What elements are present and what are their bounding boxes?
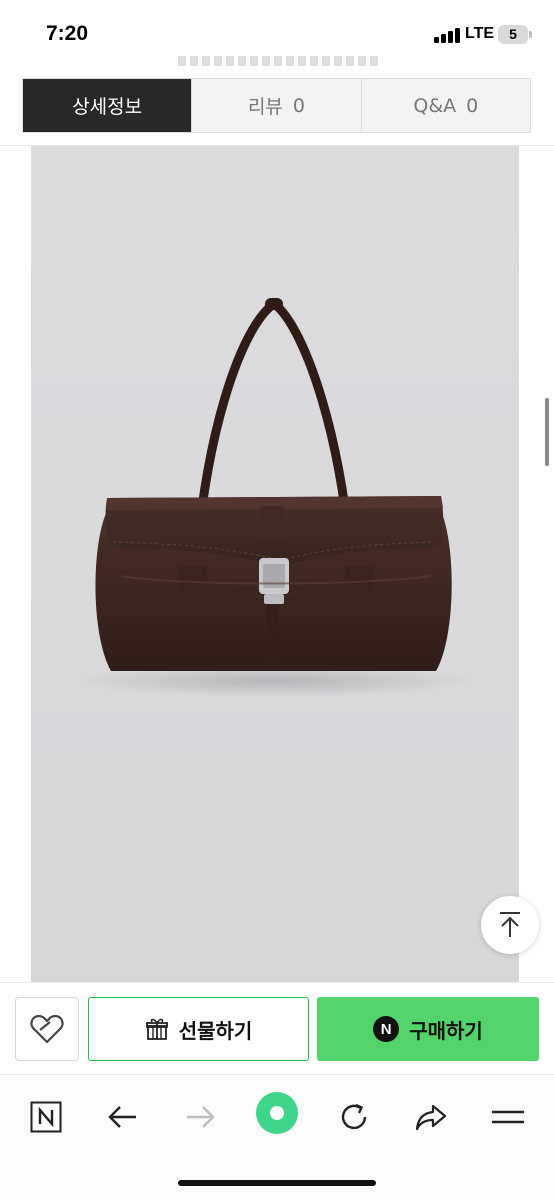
scroll-to-top-button[interactable] (481, 896, 539, 954)
green-dot-icon (256, 1092, 298, 1134)
menu-icon (492, 1110, 524, 1124)
menu-button[interactable] (488, 1097, 528, 1137)
share-icon (415, 1104, 447, 1131)
network-type: LTE (465, 25, 495, 42)
gift-button-label: 선물하기 (178, 1018, 253, 1043)
battery-icon: 5 (498, 25, 528, 44)
green-dot-button[interactable] (255, 1091, 299, 1135)
bag-illustration (74, 298, 474, 697)
cellular-signal-icon (434, 27, 460, 43)
page-scrollbar[interactable] (545, 398, 549, 466)
arrow-up-to-line-icon (500, 912, 520, 937)
reload-button[interactable] (334, 1097, 374, 1137)
forward-button[interactable] (180, 1097, 220, 1137)
tab-detail-label: 상세정보 (72, 96, 143, 118)
tab-qna[interactable]: Q&A 0 (360, 79, 530, 132)
naver-home-icon (30, 1101, 62, 1133)
tab-qna-count: 0 (466, 94, 479, 117)
tab-qna-label: Q&A (413, 94, 457, 117)
gift-icon (145, 1018, 168, 1040)
buy-button-label: 구매하기 (409, 1018, 483, 1043)
wishlist-button[interactable] (15, 997, 79, 1061)
detail-tabs: 상세정보 리뷰 0 Q&A 0 (22, 78, 531, 133)
tab-reviews[interactable]: 리뷰 0 (191, 79, 360, 132)
naver-home-button[interactable] (26, 1097, 66, 1137)
battery-tip (529, 31, 532, 38)
purchase-bar: 선물하기 N 구매하기 (0, 982, 554, 1074)
tab-reviews-label: 리뷰 (247, 96, 283, 118)
gift-button[interactable]: 선물하기 (88, 997, 309, 1061)
tab-detail[interactable]: 상세정보 (23, 79, 192, 132)
home-indicator[interactable] (178, 1180, 376, 1186)
back-icon (108, 1106, 136, 1128)
tab-reviews-count: 0 (292, 94, 306, 117)
status-time: 7:20 (46, 22, 89, 45)
share-button[interactable] (411, 1097, 451, 1137)
product-image (31, 146, 519, 982)
clipped-text (0, 56, 554, 68)
heart-icon (30, 1014, 64, 1044)
forward-icon (187, 1106, 215, 1128)
reload-icon (341, 1103, 367, 1130)
naver-pay-icon: N (373, 1016, 400, 1042)
buy-button[interactable]: N 구매하기 (317, 997, 539, 1061)
back-button[interactable] (103, 1097, 143, 1137)
